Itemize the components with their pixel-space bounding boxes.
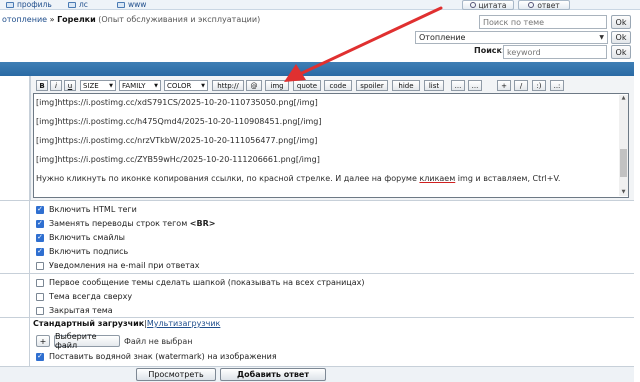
message-icon <box>68 1 76 8</box>
forum-jump-select[interactable]: Отопление ▼ <box>415 31 608 44</box>
editor-note: Нужно кликнуть по иконке копирования ссы… <box>36 174 561 183</box>
left-label-column <box>0 76 30 382</box>
divider <box>0 200 634 201</box>
toolbar-extra-2-button[interactable]: ... <box>468 80 482 91</box>
option-first-post-header[interactable]: Первое сообщение темы сделать шапкой (по… <box>36 278 365 287</box>
keyword-search-input[interactable] <box>503 45 607 59</box>
divider <box>0 273 634 274</box>
topic-search-input[interactable] <box>479 15 607 29</box>
quote-post-button[interactable]: цитата <box>462 0 514 10</box>
scroll-up-icon[interactable]: ▲ <box>620 95 627 101</box>
email-button[interactable]: @ <box>246 80 262 91</box>
file-status: Файл не выбран <box>124 337 193 346</box>
topic-search-ok-button[interactable]: Ok <box>611 15 631 29</box>
checkbox-icon[interactable] <box>36 278 44 287</box>
checkbox-icon[interactable] <box>36 261 44 270</box>
editor-line: [img]https://i.postimg.cc/ZYB59wHc/2025-… <box>36 155 320 164</box>
toolbar-extra-1-button[interactable]: ... <box>451 80 465 91</box>
editor-line: [img]https://i.postimg.cc/nrzVTkbW/2025-… <box>36 136 318 145</box>
checkbox-checked-icon[interactable]: ✓ <box>36 205 44 214</box>
www-link[interactable]: www <box>117 0 146 9</box>
checkbox-icon[interactable] <box>36 306 44 315</box>
preview-button[interactable]: Просмотреть <box>136 368 216 381</box>
url-button[interactable]: http:// <box>212 80 244 91</box>
pm-link[interactable]: лс <box>68 0 88 9</box>
globe-icon <box>117 1 125 8</box>
search-label: Поиск: <box>474 46 506 55</box>
quote-icon <box>469 2 476 8</box>
submit-reply-button[interactable]: Добавить ответ <box>220 368 326 381</box>
checkbox-icon[interactable] <box>36 292 44 301</box>
list-button[interactable]: list <box>424 80 444 91</box>
breadcrumb-description: (Опыт обслуживания и эксплуатации) <box>98 15 261 24</box>
tab-standard-uploader[interactable]: Стандартный загрузчик <box>33 319 144 328</box>
profile-link[interactable]: профиль <box>6 0 52 9</box>
tab-multi-uploader[interactable]: Мультизагрузчик <box>147 319 221 328</box>
checkbox-checked-icon[interactable]: ✓ <box>36 219 44 228</box>
chevron-down-icon: ▼ <box>599 34 604 41</box>
editor-line: [img]https://i.postimg.cc/xdS791CS/2025-… <box>36 98 318 107</box>
spoiler-button[interactable]: spoiler <box>356 80 388 91</box>
divider <box>0 317 634 318</box>
italic-button[interactable]: i <box>50 80 62 91</box>
option-watermark[interactable]: ✓ Поставить водяной знак (watermark) на и… <box>36 352 277 361</box>
option-line-breaks[interactable]: ✓ Заменять переводы строк тегом <BR> <box>36 219 215 228</box>
code-button[interactable]: code <box>324 80 352 91</box>
choose-file-button[interactable]: Выберите файл <box>54 332 120 350</box>
chevron-down-icon: ▼ <box>201 82 205 89</box>
checkbox-checked-icon[interactable]: ✓ <box>36 233 44 242</box>
scroll-down-icon[interactable]: ▼ <box>620 189 627 195</box>
chevron-down-icon: ▼ <box>154 82 158 89</box>
option-signature[interactable]: ✓ Включить подпись <box>36 247 128 256</box>
uploader-tabs: Стандартный загрузчик|Мультизагрузчик <box>33 319 221 328</box>
breadcrumb: отопление » Горелки (Опыт обслуживания и… <box>2 15 261 24</box>
option-html-tags[interactable]: ✓ Включить HTML теги <box>36 205 137 214</box>
hide-button[interactable]: hide <box>392 80 420 91</box>
breadcrumb-current[interactable]: Горелки <box>57 15 96 24</box>
textarea-scrollbar[interactable] <box>619 95 628 196</box>
bold-button[interactable]: B <box>36 80 48 91</box>
option-always-top[interactable]: Тема всегда сверху <box>36 292 132 301</box>
breadcrumb-parent[interactable]: отопление <box>2 15 47 24</box>
size-select[interactable]: SIZE ▼ <box>80 80 116 91</box>
option-closed-topic[interactable]: Закрытая тема <box>36 306 113 315</box>
toolbar-plus-button[interactable]: + <box>497 80 511 91</box>
section-header-bar <box>0 62 634 76</box>
editor-line: [img]https://i.postimg.cc/h475Qmd4/2025-… <box>36 117 322 126</box>
reply-post-button[interactable]: ответ <box>518 0 570 10</box>
font-family-select[interactable]: FAMILY ▼ <box>119 80 161 91</box>
option-email-notify[interactable]: Уведомления на e-mail при ответах <box>36 261 200 270</box>
profile-icon <box>6 1 14 8</box>
checkbox-checked-icon[interactable]: ✓ <box>36 352 44 361</box>
add-file-button[interactable]: + <box>36 335 50 347</box>
toolbar-slash-button[interactable]: / <box>514 80 528 91</box>
scrollbar-thumb[interactable] <box>620 149 627 177</box>
quote-button[interactable]: quote <box>293 80 321 91</box>
smiley-button[interactable]: :) <box>532 80 546 91</box>
toolbar-more-button[interactable]: ..: <box>550 80 564 91</box>
underline-button[interactable]: u <box>64 80 76 91</box>
reply-icon <box>528 2 535 8</box>
forum-jump-ok-button[interactable]: Ok <box>611 31 631 44</box>
color-select[interactable]: COLOR ▼ <box>164 80 208 91</box>
checkbox-checked-icon[interactable]: ✓ <box>36 247 44 256</box>
img-button[interactable]: img <box>265 80 289 91</box>
chevron-down-icon: ▼ <box>109 82 113 89</box>
keyword-search-ok-button[interactable]: Ok <box>611 45 631 59</box>
option-smilies[interactable]: ✓ Включить смайлы <box>36 233 125 242</box>
